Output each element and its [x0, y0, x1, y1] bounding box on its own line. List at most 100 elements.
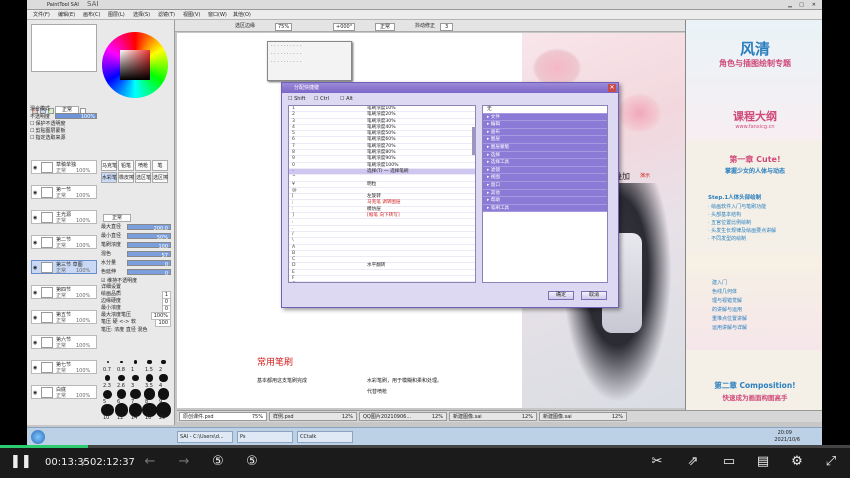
command-tree-item[interactable]: ▸ 编辑 — [483, 121, 607, 129]
command-tree-item[interactable]: ▸ 视图 — [483, 174, 607, 182]
command-tree-item[interactable]: ▸ 滤镜 — [483, 166, 607, 175]
cancel-button[interactable]: 取消 — [581, 291, 607, 300]
brush-tool-button[interactable]: 橡皮擦 — [118, 172, 134, 183]
layer-option-checkbox[interactable]: ☐剪贴图层蒙板 — [30, 128, 66, 134]
danmaku-icon[interactable]: ▤ — [754, 445, 772, 478]
modifier-checkbox[interactable]: ☐ Ctrl — [314, 96, 329, 102]
command-tree-item[interactable]: ▸ 图层蒙版 — [483, 143, 607, 152]
share-icon[interactable]: ⇗ — [684, 445, 702, 478]
eye-icon[interactable]: ◉ — [33, 265, 37, 271]
eye-icon[interactable]: ◉ — [33, 365, 37, 371]
document-tab[interactable]: QQ图片20210906... 12% — [359, 412, 447, 421]
layer-item[interactable]: ◉ 第四节 正常 100% — [31, 285, 97, 299]
checkbox-icon[interactable]: ☐ — [30, 121, 34, 127]
brush-size-option[interactable]: 0.7 — [101, 358, 114, 373]
eye-icon[interactable]: ◉ — [33, 390, 37, 396]
checkbox-icon[interactable]: ☐ — [30, 135, 34, 141]
command-tree-item[interactable]: ▸ 窗口 — [483, 181, 607, 190]
eye-icon[interactable]: ◉ — [33, 315, 37, 321]
taskbar-app[interactable]: Ps — [237, 431, 293, 443]
menu-item[interactable]: 画布(C) — [83, 12, 100, 18]
command-tree-item[interactable]: ▸ 选择工具 — [483, 159, 607, 167]
key-list-scrollbar[interactable] — [472, 127, 476, 155]
eye-icon[interactable]: ◉ — [33, 165, 37, 171]
settings-icon[interactable]: ⚙ — [788, 445, 806, 478]
layer-item[interactable]: ◉ 第六节 正常 100% — [31, 335, 97, 349]
document-tab[interactable]: 样例.psd 12% — [269, 412, 357, 421]
checkbox-icon[interactable]: ☐ — [30, 128, 34, 134]
menu-item[interactable]: 图层(L) — [108, 12, 125, 18]
command-tree[interactable]: 无 ▸ 文件 ▸ 编辑 ▸ 画布 ▸ 图层 ▸ 图层蒙版 ▸ 选择 ▸ 选择工具 ▸ 滤镜 ▸ 视… — [482, 105, 608, 283]
eye-icon[interactable]: ◉ — [33, 215, 37, 221]
opacity-slider[interactable]: 100% — [55, 113, 97, 120]
context-menu-item[interactable]: · · · · · · · · · · — [268, 42, 351, 50]
brush-tool-button[interactable]: 马克笔 — [101, 160, 117, 171]
eye-icon[interactable]: ◉ — [33, 190, 37, 196]
menu-item[interactable]: 视图(V) — [183, 12, 200, 18]
document-tab[interactable]: 新建图像.sai 12% — [449, 412, 537, 421]
setting-value[interactable]: 100 — [155, 319, 171, 327]
navigator-preview[interactable] — [31, 24, 97, 72]
zoom-field[interactable]: 75% — [275, 23, 293, 31]
pressure-checkboxes[interactable]: 笔压: 浓度 直径 混色 — [101, 327, 173, 333]
command-tree-item[interactable]: ▸ 选择 — [483, 151, 607, 160]
start-button[interactable] — [31, 430, 45, 444]
document-tab[interactable]: 新建图像.sai 12% — [539, 412, 627, 421]
command-tree-item[interactable]: ▸ 其他 — [483, 189, 607, 198]
menu-item[interactable]: 文件(F) — [33, 12, 50, 18]
setting-slider[interactable]: 50% — [127, 233, 171, 241]
selection-edge-checkbox[interactable]: 选区边缘 — [235, 23, 255, 29]
document-tab[interactable]: 原创课件.psd 75% — [179, 412, 267, 421]
close-icon[interactable]: ✕ — [812, 2, 816, 8]
taskbar-app[interactable]: SAI - C:\Users\d... — [177, 431, 233, 443]
brush-size-option[interactable]: 2.6 — [115, 374, 128, 389]
context-menu-item[interactable]: · · · · · · · · · · — [268, 50, 351, 58]
brush-size-option[interactable]: 1.5 — [143, 358, 156, 373]
previous-icon[interactable]: ← — [142, 445, 158, 478]
command-tree-item[interactable]: ▸ 文件 — [483, 113, 607, 122]
brush-size-option[interactable]: 14 — [128, 403, 143, 421]
eye-icon[interactable]: ◉ — [33, 290, 37, 296]
command-tree-item[interactable]: 无 — [483, 106, 607, 114]
setting-slider[interactable]: 0 — [127, 260, 171, 268]
setting-slider[interactable]: 100 — [127, 242, 171, 250]
taskbar-app[interactable]: CCtalk — [297, 431, 353, 443]
brush-shape-select[interactable]: 正常 — [103, 214, 132, 222]
layer-item[interactable]: ◉ 主光源 正常 100% — [31, 210, 97, 224]
layer-item[interactable]: ◉ 第三节 草图 正常 100% — [31, 260, 97, 274]
forward-5-icon[interactable]: ⑤ — [243, 445, 261, 478]
brush-tool-button[interactable]: 水彩笔 — [101, 172, 117, 183]
ok-button[interactable]: 确定 — [548, 291, 574, 300]
shortcut-row[interactable]: G — [289, 282, 475, 283]
brush-size-option[interactable]: 16 — [142, 402, 157, 421]
brush-tool-button[interactable]: 笔 — [152, 160, 168, 171]
layer-option-checkbox[interactable]: ☐指定选取来源 — [30, 135, 66, 141]
setting-slider[interactable]: 0 — [127, 269, 171, 277]
setting-slider[interactable]: 200.0 — [127, 224, 171, 232]
dialog-close-icon[interactable]: ✕ — [608, 84, 616, 92]
brush-size-option[interactable]: 4 — [157, 373, 170, 389]
command-tree-item[interactable]: ▸ 画布 — [483, 128, 607, 137]
eye-icon[interactable]: ◉ — [33, 340, 37, 346]
mode-select[interactable]: 正常 — [375, 23, 396, 31]
shortcut-key-list[interactable]: 1 笔刷浓度10% 2 笔刷浓度20% 3 笔刷浓度30% 4 笔刷浓度40% 5 笔刷浓度50%… — [288, 105, 476, 283]
brush-size-option[interactable]: 10 — [101, 403, 114, 421]
scissors-icon[interactable]: ✂ — [648, 445, 666, 478]
menu-item[interactable]: 编辑(E) — [58, 12, 75, 18]
eye-icon[interactable]: ◉ — [33, 240, 37, 246]
brush-size-option[interactable]: 0.8 — [115, 358, 128, 373]
maximize-icon[interactable]: □ — [799, 2, 804, 8]
stabilizer-select[interactable]: 3 — [440, 23, 454, 31]
brush-tool-button[interactable]: 喷枪 — [135, 160, 151, 171]
menu-item[interactable]: 滤镜(T) — [158, 12, 175, 18]
layer-item[interactable]: ◉ 草稿单独 正常 100% — [31, 160, 97, 174]
layer-item[interactable]: ◉ 第五节 正常 100% — [31, 310, 97, 324]
brush-size-option[interactable]: 3 — [129, 374, 142, 389]
layer-item[interactable]: ◉ 第一节 正常 100% — [31, 185, 97, 199]
command-tree-item[interactable]: ▸ 图层 — [483, 136, 607, 144]
color-square[interactable] — [120, 50, 150, 80]
brush-tool-button[interactable]: 选区擦 — [152, 172, 168, 183]
comment-icon[interactable]: ▭ — [720, 445, 738, 478]
next-icon[interactable]: → — [176, 445, 192, 478]
context-menu-item[interactable]: · · · · · · · · · · — [268, 58, 351, 66]
